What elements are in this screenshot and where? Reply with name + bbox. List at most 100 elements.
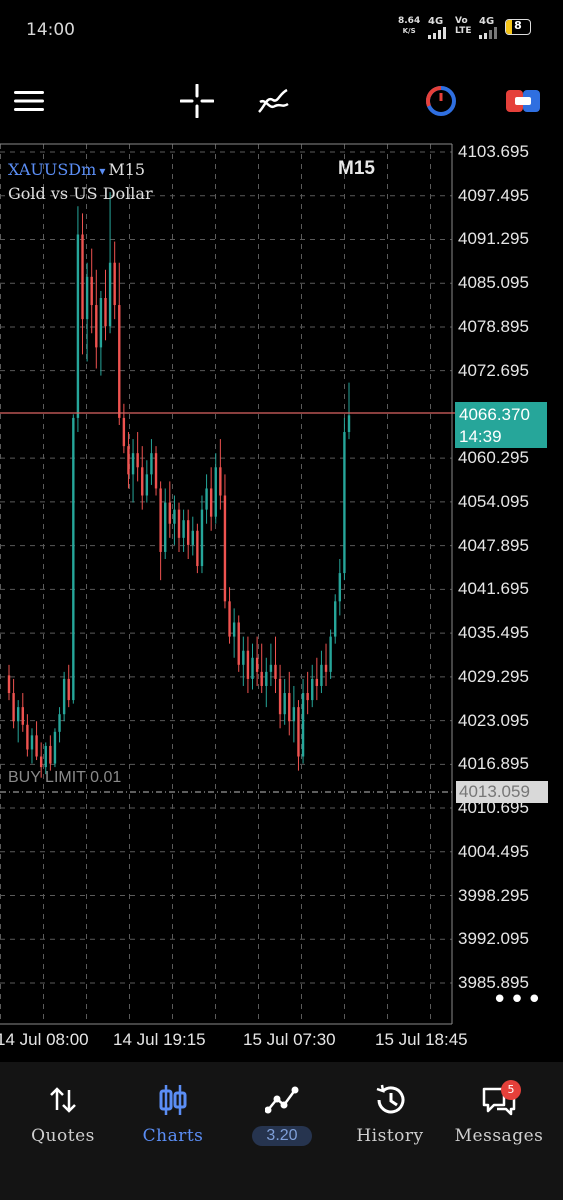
candle-body	[30, 735, 34, 750]
indicators-button[interactable]	[256, 85, 292, 117]
sim2-signal-icon	[479, 27, 497, 39]
candle-body	[95, 305, 98, 348]
trade-icon	[506, 90, 540, 112]
candle-body	[21, 707, 24, 725]
candle-body	[251, 657, 254, 679]
nav-history-label: History	[356, 1126, 424, 1146]
candle-body	[200, 509, 204, 567]
price-tick-label: 3998.295	[458, 885, 529, 905]
candle-body	[260, 671, 263, 686]
candle-body	[62, 678, 66, 715]
candle-body	[76, 234, 80, 418]
current-price-box: 4066.370 14:39	[455, 402, 547, 448]
candle-body	[141, 467, 144, 496]
more-options-icon[interactable]: •••	[492, 987, 544, 1013]
symbol-timeframe: M15	[108, 160, 146, 179]
candle-body	[127, 446, 130, 475]
candle-body	[168, 502, 172, 524]
nav-trade[interactable]: 3.20	[227, 1080, 337, 1146]
candle-body	[53, 731, 57, 764]
volte-label: Vo LTE	[455, 16, 472, 36]
price-tick-label: 4085.095	[458, 273, 529, 293]
candle-body	[278, 678, 282, 715]
candle-body	[12, 693, 15, 722]
sim1-signal-icon	[428, 27, 446, 39]
candle-body	[118, 305, 121, 418]
price-tick-label: 4054.095	[458, 491, 529, 511]
quotes-icon	[50, 1087, 76, 1113]
candle-body	[301, 693, 305, 757]
sim2-network-label: 4G	[479, 16, 495, 27]
candle-body	[292, 707, 296, 722]
candle-body	[85, 276, 89, 320]
candle-body	[26, 724, 29, 750]
price-tick-label: 4078.895	[458, 316, 529, 336]
candles	[7, 192, 351, 778]
candle-body	[173, 509, 176, 524]
candle-body	[324, 664, 328, 672]
nav-quotes-label: Quotes	[31, 1126, 95, 1146]
nav-messages[interactable]: Messages	[444, 1080, 554, 1146]
nav-messages-label: Messages	[454, 1126, 544, 1146]
candle-body	[39, 756, 43, 768]
messages-badge: 5	[501, 1080, 521, 1100]
trade-button[interactable]	[505, 85, 541, 117]
charts-icon	[159, 1085, 187, 1115]
menu-button[interactable]	[12, 85, 48, 117]
candle-body	[16, 707, 20, 722]
price-tick-label: 4029.295	[458, 666, 529, 686]
candle-body	[186, 520, 190, 545]
price-tick-label: 3992.095	[458, 929, 529, 949]
crosshair-icon	[180, 84, 214, 118]
symbol-name: XAUUSDm	[8, 160, 97, 179]
price-tick-label: 4035.495	[458, 623, 529, 643]
price-tick-label: 4004.495	[458, 841, 529, 861]
candle-body	[242, 650, 245, 665]
nav-history[interactable]: History	[335, 1080, 445, 1146]
symbol-dropdown-icon: ▾	[99, 164, 106, 178]
candle-body	[7, 675, 11, 694]
candle-body	[315, 678, 319, 686]
nav-charts-label: Charts	[142, 1126, 204, 1146]
candle-body	[347, 415, 351, 433]
chart-toolbar: M15	[0, 70, 563, 179]
candle-body	[320, 664, 323, 686]
candle-body	[338, 573, 342, 602]
candle-body	[150, 453, 153, 475]
candle-body	[113, 262, 116, 306]
candle-body	[182, 520, 185, 538]
nav-charts[interactable]: Charts	[118, 1080, 228, 1146]
candle-body	[164, 502, 167, 552]
price-tick-label: 4060.295	[458, 448, 529, 468]
timer-button[interactable]	[423, 85, 459, 117]
candle-body	[223, 495, 227, 602]
symbol-description: Gold vs US Dollar	[8, 184, 153, 203]
candle-body	[232, 622, 236, 637]
symbol-title[interactable]: XAUUSDm ▾ M15	[8, 160, 145, 179]
candle-body	[131, 453, 135, 475]
candle-body	[191, 530, 194, 545]
candle-body	[159, 488, 162, 552]
price-tick-label: 4103.695	[458, 142, 529, 161]
price-tick-label: 4016.895	[458, 754, 529, 774]
candle-body	[311, 678, 314, 701]
candle-body	[329, 636, 332, 672]
candle-body	[108, 262, 112, 327]
order-label[interactable]: BUY LIMIT 0.01	[8, 769, 121, 787]
order-price-box[interactable]: 4013.059	[456, 781, 548, 803]
trade-graph-icon	[265, 1086, 299, 1114]
nav-quotes[interactable]: Quotes	[8, 1080, 118, 1146]
nav-trade-label: 3.20	[252, 1126, 312, 1146]
crosshair-button[interactable]	[179, 84, 215, 118]
candle-body	[122, 417, 126, 447]
timer-icon	[426, 86, 456, 116]
battery-level: 8	[514, 19, 522, 32]
price-tick-label: 4047.895	[458, 535, 529, 555]
time-tick-label: 15 Jul 07:30	[243, 1030, 336, 1049]
time-tick-label: 15 Jul 18:45	[375, 1030, 468, 1049]
candle-body	[205, 488, 208, 510]
candle-body	[81, 234, 84, 320]
candle-body	[49, 745, 52, 764]
candle-body	[35, 735, 38, 757]
candle-body	[44, 745, 47, 768]
